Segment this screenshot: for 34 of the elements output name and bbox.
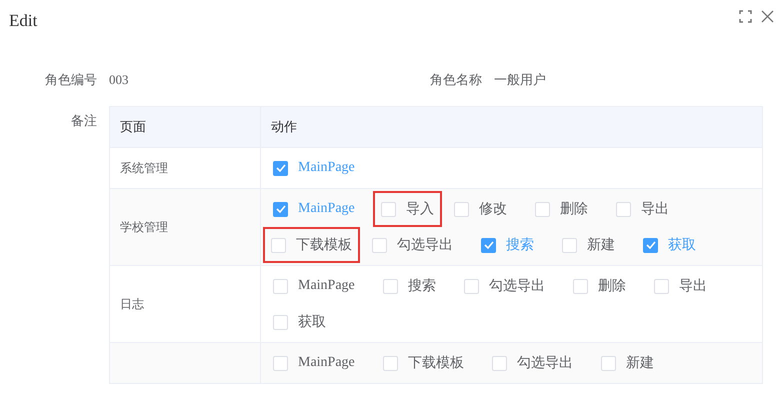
- table-cell: 系统管理: [110, 148, 261, 188]
- checkbox-option[interactable]: 删除: [532, 191, 596, 227]
- fullscreen-icon[interactable]: [739, 10, 752, 22]
- checkbox-option[interactable]: 新建: [598, 345, 662, 381]
- checkbox-option[interactable]: 导出: [652, 268, 715, 304]
- checkbox-option[interactable]: 搜索: [380, 268, 444, 304]
- checkbox-option[interactable]: 勾选导出: [370, 227, 461, 263]
- checkmark-icon: [276, 205, 286, 213]
- field-value: 003: [109, 72, 128, 88]
- close-icon[interactable]: [761, 10, 774, 22]
- checkbox-option[interactable]: 获取: [271, 304, 334, 340]
- column-header: 动作: [270, 119, 298, 137]
- column-header: 页面: [110, 107, 261, 147]
- checkmark-icon: [276, 164, 286, 172]
- checkmark-icon: [646, 241, 656, 249]
- remark-label: 备注: [70, 113, 97, 131]
- checkbox-option[interactable]: MainPage: [271, 345, 363, 381]
- checkbox-option[interactable]: 新建: [560, 227, 623, 263]
- field-label: 角色编号: [44, 72, 97, 89]
- checkbox-option[interactable]: 导出: [614, 191, 677, 227]
- checkbox-option[interactable]: 删除: [570, 268, 634, 304]
- checkbox-option[interactable]: MainPage: [271, 268, 363, 304]
- field-label: 角色名称: [429, 72, 482, 89]
- table-cell: 学校管理: [110, 189, 261, 265]
- dialog-title: Edit: [9, 11, 38, 31]
- checkbox-option[interactable]: 下载模板: [263, 227, 360, 263]
- table-cell: 日志: [110, 266, 261, 342]
- checkbox-option[interactable]: 勾选导出: [462, 268, 553, 304]
- checkbox-option[interactable]: 修改: [452, 191, 515, 227]
- checkmark-icon: [484, 241, 494, 249]
- checkbox-option[interactable]: 导入: [372, 191, 442, 227]
- checkbox-option[interactable]: 下载模板: [380, 345, 472, 381]
- checkbox-option[interactable]: 勾选导出: [490, 345, 581, 381]
- field-value: 一般用户: [494, 72, 546, 89]
